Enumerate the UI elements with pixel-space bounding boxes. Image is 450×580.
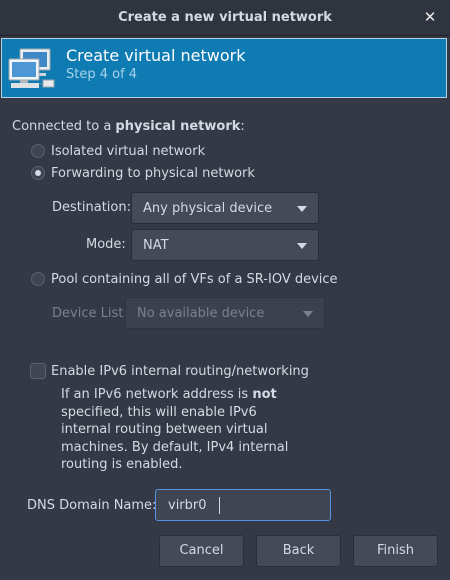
dns-domain-input[interactable]: virbr0 [155,489,331,521]
finish-button[interactable]: Finish [353,535,438,567]
ipv6-checkbox[interactable] [30,363,46,379]
title-bar: Create a new virtual network ✕ [0,0,450,36]
mode-label: Mode: [86,237,126,252]
pool-radio[interactable] [31,272,45,286]
device-list-value: No available device [137,306,265,321]
destination-label: Destination: [52,200,131,215]
mode-dropdown[interactable]: NAT [131,229,319,261]
close-icon[interactable]: ✕ [420,7,440,27]
banner-title: Create virtual network [66,46,246,65]
forwarding-label[interactable]: Forwarding to physical network [51,166,255,181]
destination-dropdown[interactable]: Any physical device [131,192,319,224]
mode-value: NAT [143,238,169,253]
network-computers-icon [8,48,55,88]
ipv6-label[interactable]: Enable IPv6 internal routing/networking [51,364,309,379]
chevron-down-icon [297,206,307,212]
destination-value: Any physical device [143,201,273,216]
connection-heading: Connected to a physical network: [12,119,245,134]
ipv6-info-text: If an IPv6 network address is not specif… [61,386,291,474]
connection-heading-bold: physical network [115,119,241,134]
banner-step: Step 4 of 4 [66,67,138,82]
device-list-dropdown[interactable]: No available device [125,297,325,329]
dns-domain-value: virbr0 [168,498,207,513]
pool-label[interactable]: Pool containing all of VFs of a SR-IOV d… [51,272,338,287]
back-button[interactable]: Back [256,535,341,567]
chevron-down-icon [303,311,313,317]
isolated-label[interactable]: Isolated virtual network [51,144,205,159]
connection-heading-prefix: Connected to a [12,119,116,134]
forwarding-radio[interactable] [31,166,45,180]
dns-label: DNS Domain Name: [27,498,157,513]
window-title: Create a new virtual network [118,10,332,25]
wizard-header-banner: Create virtual network Step 4 of 4 [1,38,447,98]
cancel-button[interactable]: Cancel [159,535,244,567]
device-list-label: Device List: [52,306,128,321]
text-caret [219,497,220,514]
chevron-down-icon [297,243,307,249]
ipv6-info-part1: If an IPv6 network address is [61,387,253,402]
ipv6-info-part2: specified, this will enable IPv6 interna… [61,404,289,473]
ipv6-info-bold: not [252,387,277,402]
isolated-radio[interactable] [31,144,45,158]
connection-heading-suffix: : [240,119,245,134]
